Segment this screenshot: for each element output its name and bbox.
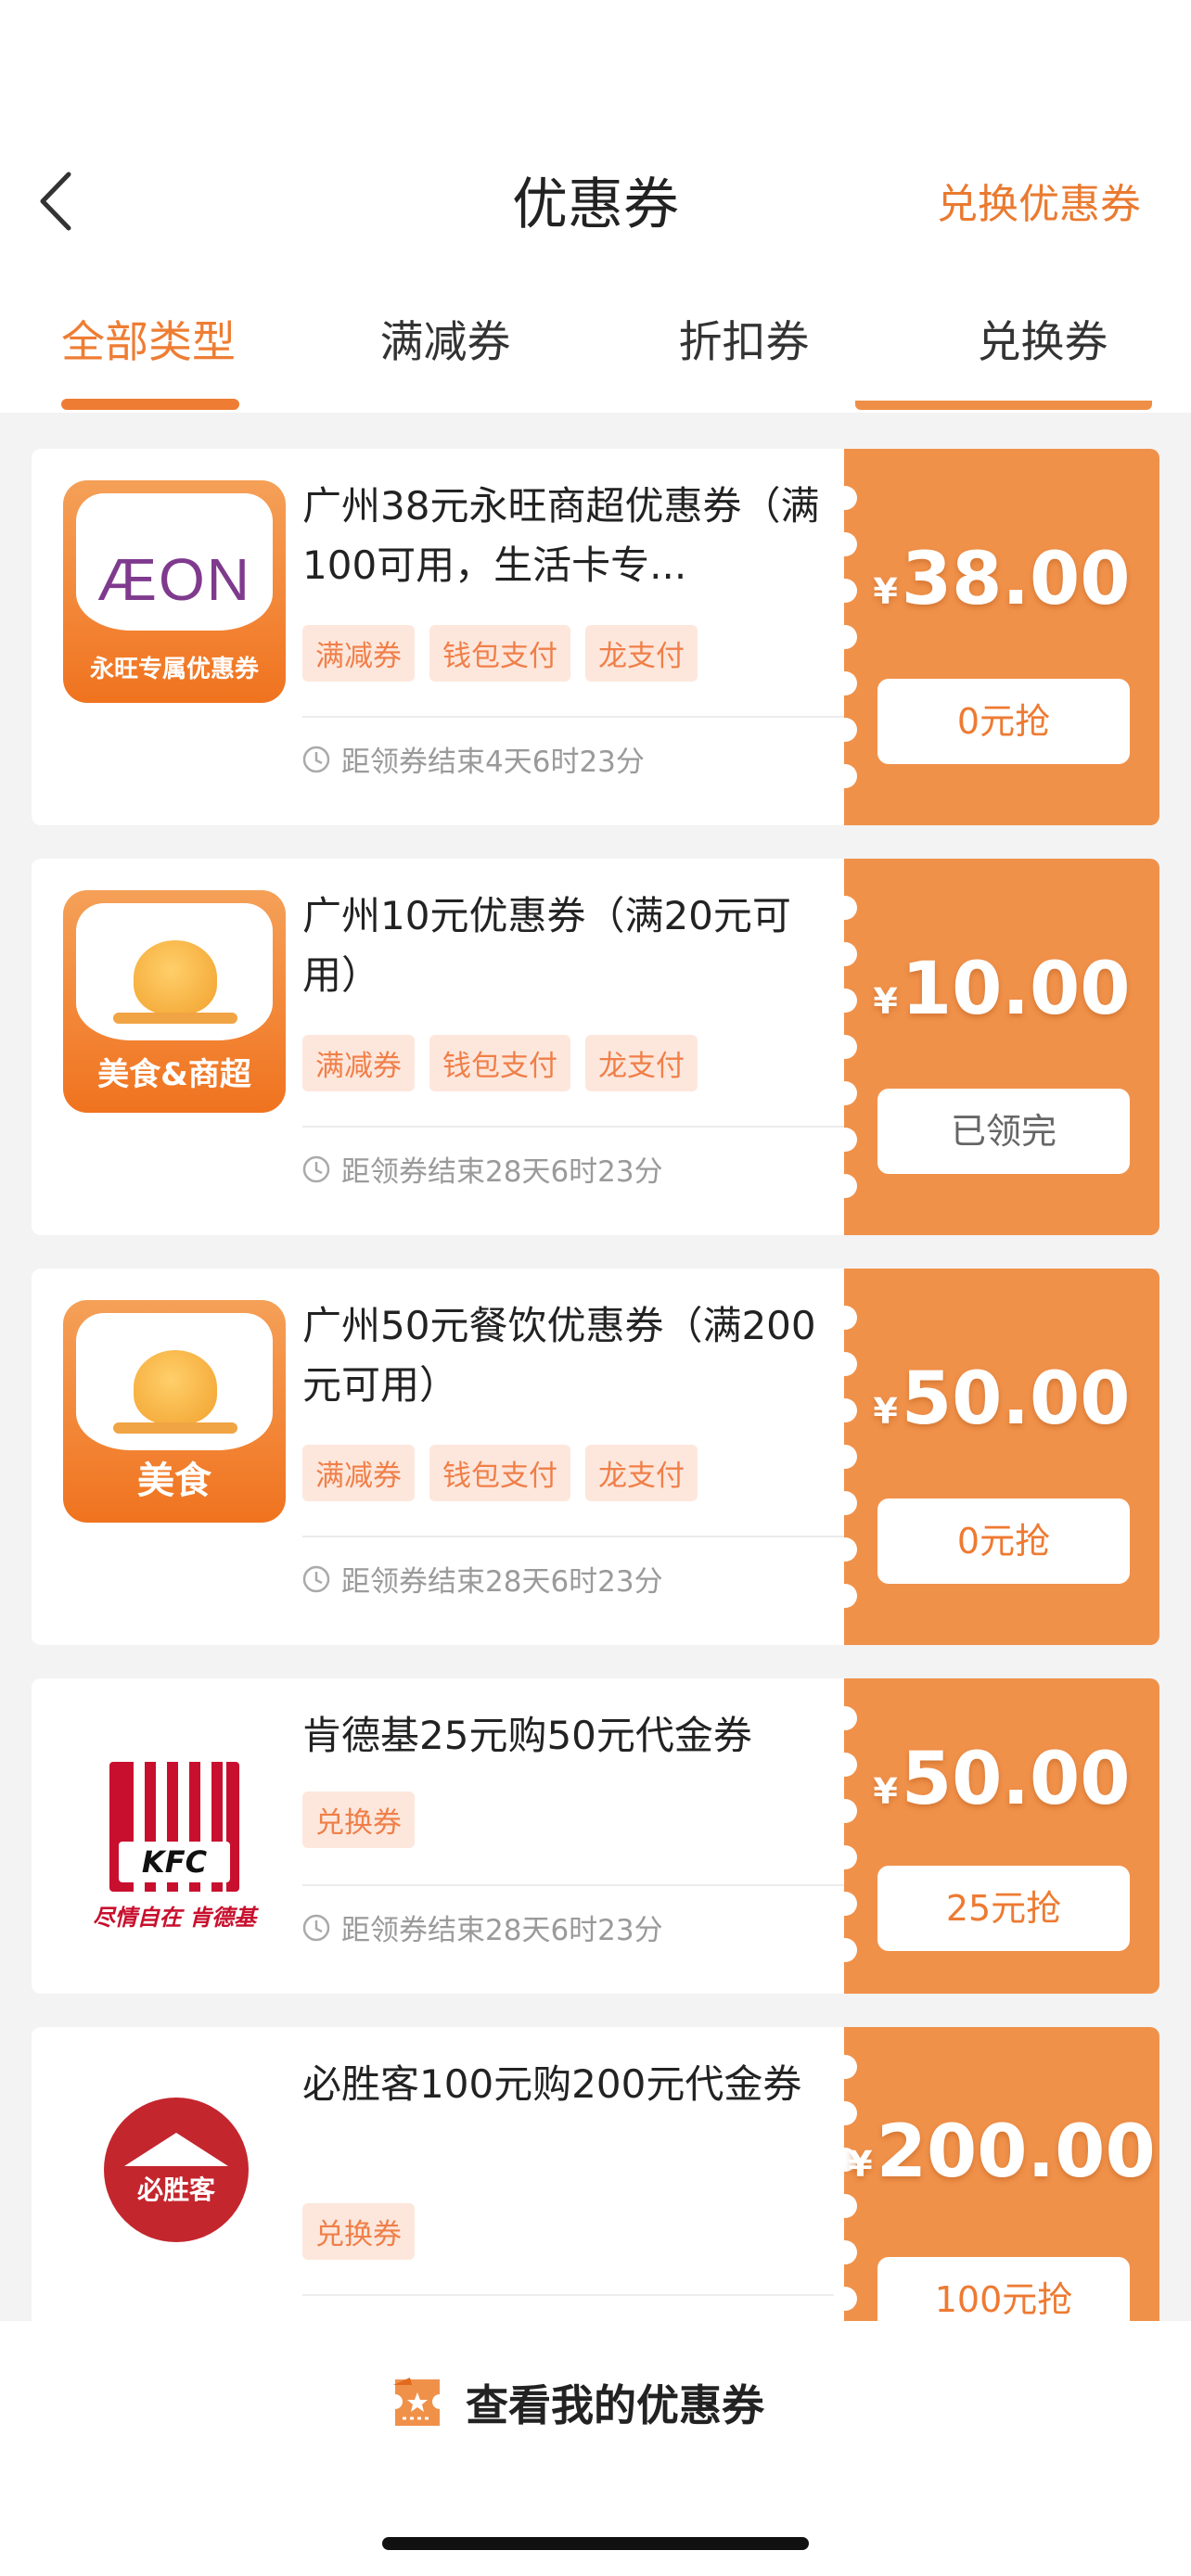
badge: 满减券 bbox=[302, 625, 415, 682]
coupon-deadline: 距领券结束28天6时23分 bbox=[302, 1558, 663, 1600]
coupon-card[interactable]: 美食&商超 广州10元优惠券（满20元可用） 满减券 钱包支付 龙支付 距领券结… bbox=[32, 859, 1159, 1235]
coupon-price: ¥38.00 bbox=[873, 538, 1131, 621]
coupon-deadline: 距领券结束28天6时23分 bbox=[302, 1148, 663, 1190]
home-indicator bbox=[382, 2537, 809, 2550]
badge: 兑换券 bbox=[302, 2203, 415, 2260]
coupon-stub: ¥38.00 0元抢 bbox=[833, 449, 1159, 825]
claimed-out-button[interactable]: 已领完 bbox=[877, 1089, 1130, 1174]
divider bbox=[302, 1884, 844, 1886]
badge: 满减券 bbox=[302, 1035, 415, 1091]
grab-button[interactable]: 0元抢 bbox=[877, 1498, 1130, 1584]
aeon-logo: ÆON 永旺专属优惠券 bbox=[63, 480, 286, 703]
coupon-stub: ¥50.00 0元抢 bbox=[833, 1269, 1159, 1645]
tab-all-types[interactable]: 全部类型 bbox=[0, 306, 297, 370]
ticket-icon bbox=[393, 2378, 440, 2426]
coupon-deadline: 距领券结束4天6时23分 bbox=[302, 738, 645, 780]
coupon-title: 广州50元餐饮优惠券（满200元可用） bbox=[302, 1303, 816, 1408]
coupon-title: 广州38元永旺商超优惠券（满100可用，生活卡专... bbox=[302, 483, 820, 588]
coupon-card[interactable]: ÆON 永旺专属优惠券 广州38元永旺商超优惠券（满100可用，生活卡专... … bbox=[32, 449, 1159, 825]
coupon-stub: ¥50.00 25元抢 bbox=[833, 1678, 1159, 1994]
coupon-card[interactable]: KFC 尽情自在 肯德基 肯德基25元购50元代金券 兑换券 距领券结束28天6… bbox=[32, 1678, 1159, 1994]
coupon-title: 广州10元优惠券（满20元可用） bbox=[302, 893, 791, 998]
food-logo: 美食 bbox=[63, 1300, 286, 1523]
badge: 钱包支付 bbox=[429, 1445, 570, 1501]
coupon-badges: 满减券 钱包支付 龙支付 bbox=[302, 625, 698, 682]
clock-icon bbox=[302, 1565, 330, 1592]
tab-edge-decoration bbox=[855, 401, 1152, 410]
active-tab-indicator bbox=[61, 399, 239, 410]
coupon-price: ¥50.00 bbox=[873, 1358, 1131, 1441]
tab-discount-threshold[interactable]: 满减券 bbox=[297, 306, 594, 370]
divider bbox=[302, 2294, 844, 2296]
divider bbox=[302, 1536, 844, 1537]
coupon-card[interactable]: 美食 广州50元餐饮优惠券（满200元可用） 满减券 钱包支付 龙支付 距领券结… bbox=[32, 1269, 1159, 1645]
clock-icon bbox=[302, 1155, 330, 1182]
my-coupons-button[interactable]: 查看我的优惠券 bbox=[390, 2372, 764, 2433]
tab-exchange[interactable]: 兑换券 bbox=[894, 306, 1191, 370]
my-coupons-label: 查看我的优惠券 bbox=[466, 2380, 764, 2430]
badge: 满减券 bbox=[302, 1445, 415, 1501]
tab-percent-off[interactable]: 折扣券 bbox=[596, 306, 892, 370]
coupon-badges: 兑换券 bbox=[302, 1792, 415, 1848]
coupon-price: ¥10.00 bbox=[873, 948, 1131, 1031]
coupon-stub: ¥10.00 已领完 bbox=[833, 859, 1159, 1235]
badge: 龙支付 bbox=[585, 1445, 698, 1501]
grab-button[interactable]: 25元抢 bbox=[877, 1866, 1130, 1951]
coupon-badges: 兑换券 bbox=[302, 2203, 415, 2260]
food-supermarket-logo: 美食&商超 bbox=[63, 890, 286, 1113]
badge: 钱包支付 bbox=[429, 1035, 570, 1091]
badge: 龙支付 bbox=[585, 1035, 698, 1091]
badge: 兑换券 bbox=[302, 1792, 415, 1848]
coupon-badges: 满减券 钱包支付 龙支付 bbox=[302, 1445, 698, 1501]
badge: 龙支付 bbox=[585, 625, 698, 682]
coupon-price: ¥50.00 bbox=[873, 1738, 1131, 1821]
coupon-price: ¥200.00 bbox=[848, 2111, 1156, 2194]
grab-button[interactable]: 0元抢 bbox=[877, 679, 1130, 764]
coupon-badges: 满减券 钱包支付 龙支付 bbox=[302, 1035, 698, 1091]
divider bbox=[302, 1126, 844, 1128]
coupon-title: 必胜客100元购200元代金券 bbox=[302, 2061, 802, 2107]
clock-icon bbox=[302, 746, 330, 772]
tab-bar: 全部类型 满减券 折扣券 兑换券 bbox=[0, 306, 1191, 408]
coupon-deadline: 距领券结束28天6时23分 bbox=[302, 1906, 663, 1948]
redeem-coupon-link[interactable]: 兑换优惠券 bbox=[937, 171, 1141, 230]
kfc-logo: KFC 尽情自在 肯德基 bbox=[63, 1710, 286, 1932]
pizza-hut-logo: 必胜客 bbox=[63, 2059, 286, 2281]
coupon-title: 肯德基25元购50元代金券 bbox=[302, 1713, 752, 1758]
badge: 钱包支付 bbox=[429, 625, 570, 682]
divider bbox=[302, 716, 844, 718]
clock-icon bbox=[302, 1914, 330, 1941]
